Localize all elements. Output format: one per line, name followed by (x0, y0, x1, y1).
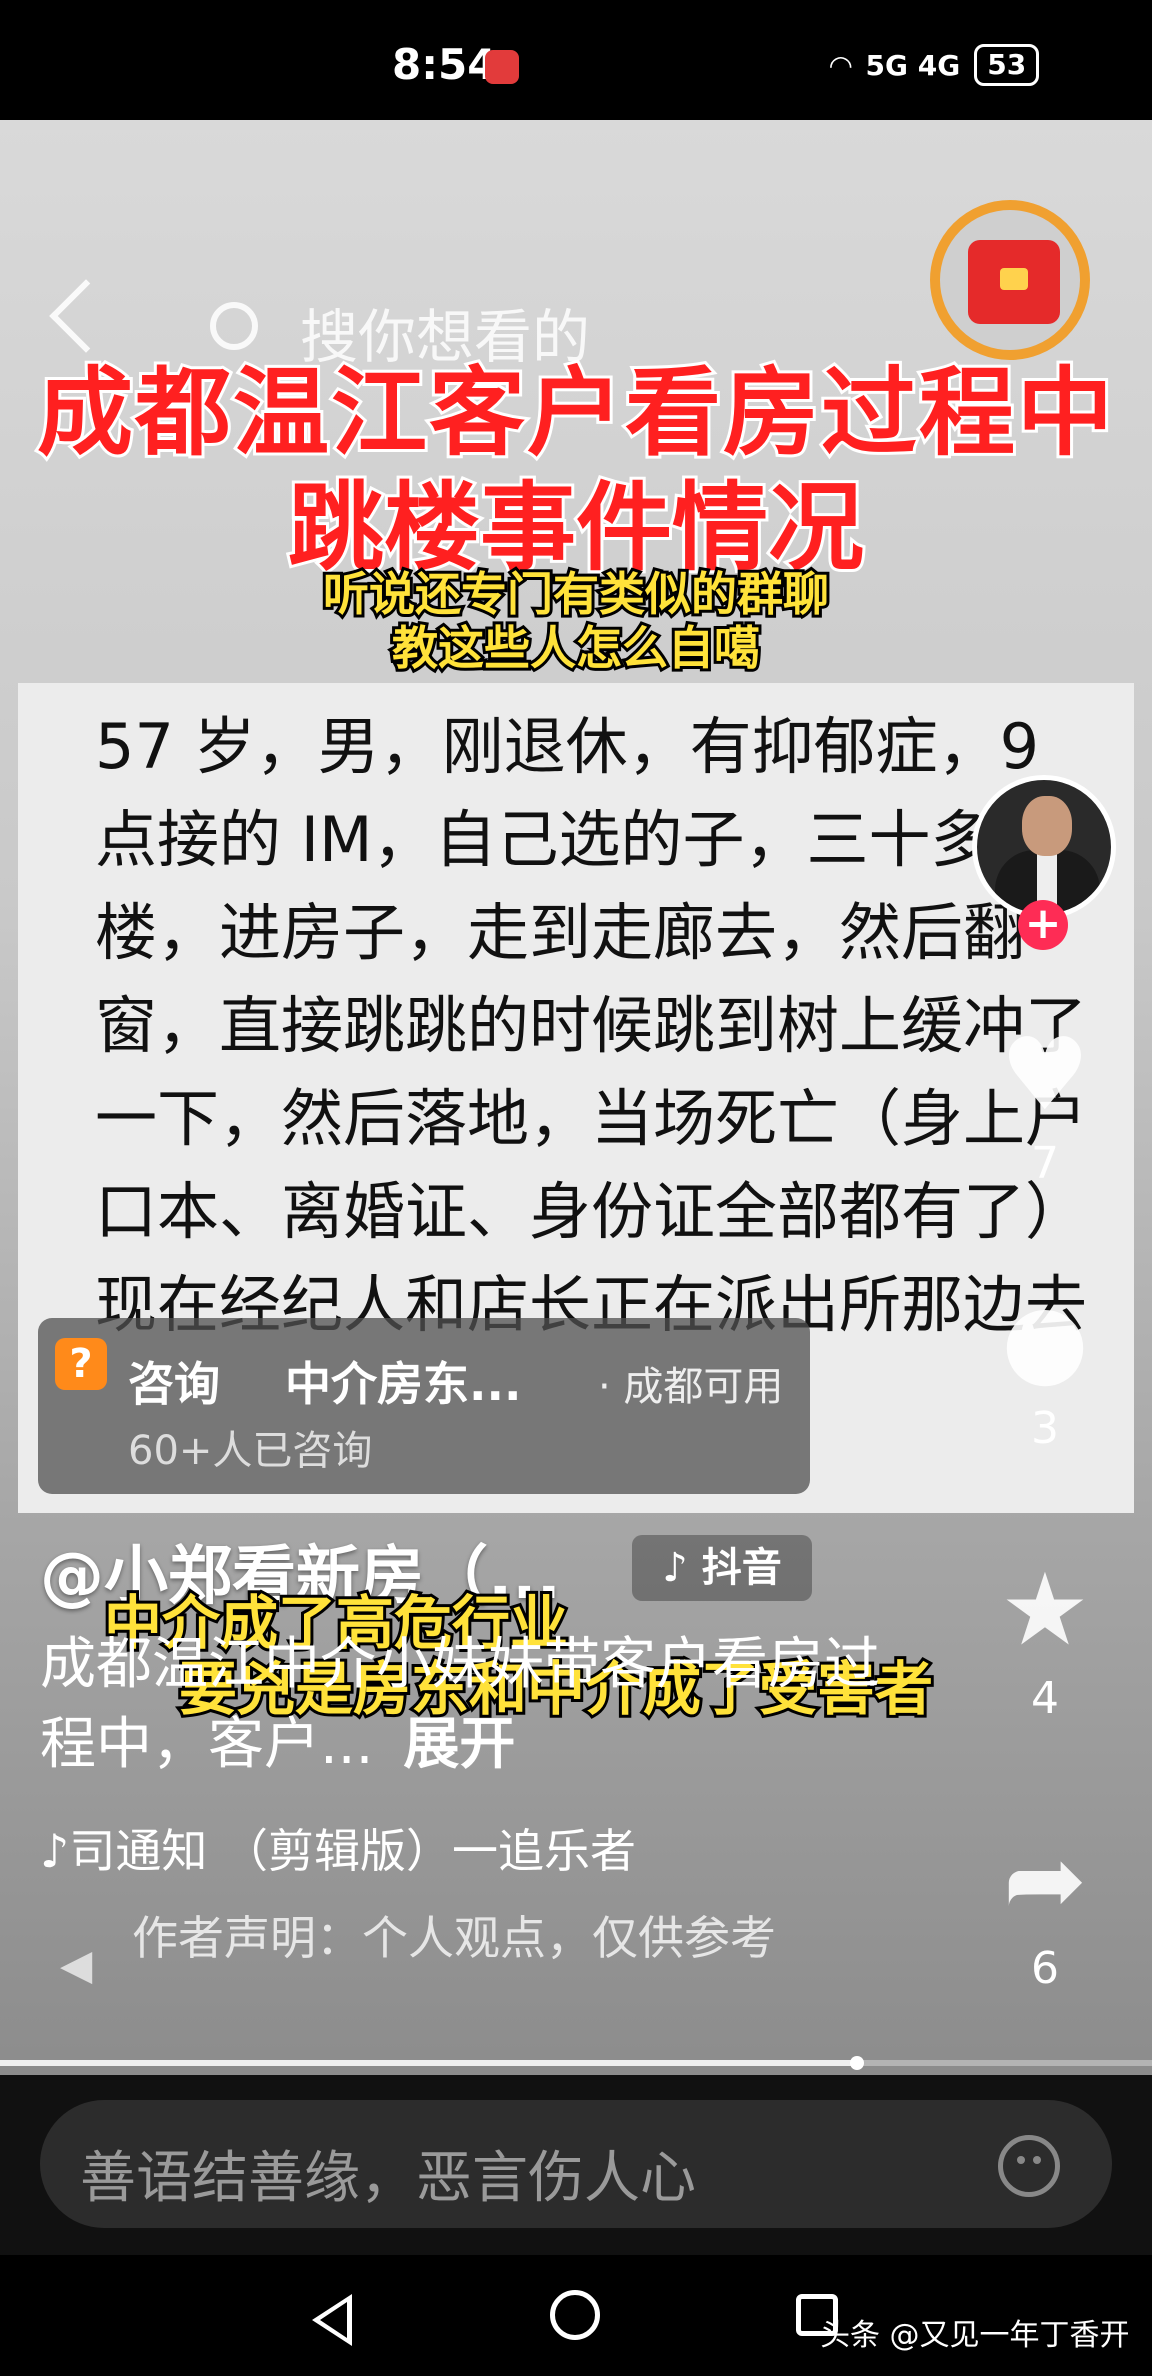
heart-icon: ♥ (1000, 1016, 1090, 1133)
post-description: 成都温江中介小妹妹带客户看房过程中，客户... 展开 (40, 1625, 920, 1785)
music-title: 司通知 （剪辑版）一追乐者 (69, 1824, 636, 1878)
status-bar: 8:54 ◠ 5G 4G 53 (0, 0, 1152, 120)
watermark: 头条 @又见一年丁香开 (820, 2318, 1130, 2353)
status-right: ◠ 5G 4G 53 (830, 44, 1040, 86)
like-button[interactable]: ♥ 7 (995, 1016, 1095, 1190)
status-time: 8:54 (392, 40, 497, 89)
author-notice: 作者声明：个人观点，仅供参考 (132, 1911, 776, 1965)
video-progress-knob[interactable] (850, 2056, 864, 2070)
comment-count: 3 (1031, 1403, 1059, 1454)
like-count: 7 (1031, 1138, 1059, 1189)
video-subtitle-line2: 教这些人怎么自噶 (389, 618, 763, 678)
battery-indicator: 53 (974, 44, 1040, 86)
video-body-text: 57 岁，男，刚退休，有抑郁症，9 点接的 IM，自己选的子，三十多楼，进房子，… (95, 710, 1088, 1341)
speaker-icon: ◀ (60, 1940, 93, 1989)
question-icon: ? (55, 1338, 107, 1390)
notification-app-icon (485, 50, 519, 84)
follow-button[interactable]: + (1018, 900, 1068, 950)
share-icon: ➦ (1003, 1821, 1087, 1938)
comment-placeholder: 善语结善缘，恶言伤人心 (80, 2146, 696, 2211)
consult-count: 60+人已咨询 (128, 1428, 373, 1474)
consult-title: 中介房东... (285, 1357, 522, 1411)
avatar-face (1022, 796, 1072, 856)
comment-button[interactable]: ● 3 (995, 1281, 1095, 1455)
consult-label: 咨询 (128, 1357, 220, 1411)
consult-location: · 成都可用 (598, 1364, 784, 1410)
signal-icon: 5G 4G (865, 48, 961, 82)
wifi-icon: ◠ (830, 48, 852, 82)
expand-button[interactable]: 展开 (403, 1712, 515, 1777)
nav-home-icon[interactable] (550, 2290, 600, 2340)
comment-icon: ● (1001, 1281, 1089, 1398)
red-packet-icon (968, 240, 1060, 324)
video-progress-bar[interactable] (0, 2060, 1152, 2066)
video-progress-fill (0, 2060, 853, 2066)
share-button[interactable]: ➦ 6 (995, 1821, 1095, 1995)
music-note-icon: ♪ (40, 1824, 70, 1878)
share-count: 6 (1031, 1943, 1059, 1994)
emoji-icon[interactable] (998, 2135, 1060, 2197)
nav-back-icon[interactable] (312, 2294, 352, 2346)
music-info[interactable]: ♪司通知 （剪辑版）一追乐者 (40, 1815, 636, 1881)
